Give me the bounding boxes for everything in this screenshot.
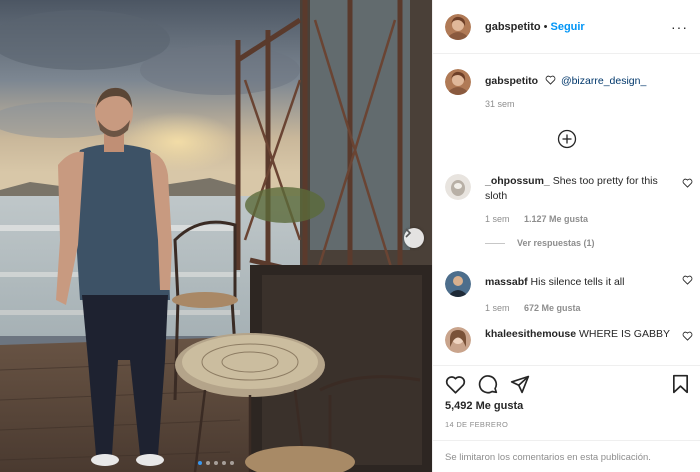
commenter-username[interactable]: khaleesithemouse	[485, 328, 576, 340]
post-header: gabspetito • Seguir ···	[433, 0, 700, 54]
follow-button[interactable]: Seguir	[550, 21, 584, 33]
post-actions-section: 5,492 Me gusta 14 DE FEBRERO	[433, 365, 700, 429]
bookmark-icon	[672, 374, 688, 394]
carousel-indicator	[0, 461, 432, 465]
likes-count[interactable]: 5,492 Me gusta	[433, 400, 700, 412]
like-comment-icon[interactable]	[682, 331, 693, 341]
comment-likes[interactable]: 1.127 Me gusta	[524, 214, 588, 224]
post-date[interactable]: 14 DE FEBRERO	[433, 420, 700, 429]
caption-meta: 31 sem	[485, 99, 695, 109]
caption-username[interactable]: gabspetito	[485, 75, 538, 87]
carousel-dot	[222, 461, 226, 465]
author-avatar[interactable]	[445, 69, 471, 95]
post-side-panel: gabspetito • Seguir ··· gabspetito @biza…	[432, 0, 700, 472]
author-username[interactable]: gabspetito	[485, 21, 541, 33]
commenter-avatar[interactable]	[445, 174, 471, 200]
commenter-avatar[interactable]	[445, 327, 471, 353]
carousel-dot	[206, 461, 210, 465]
caption-age[interactable]: 31 sem	[485, 99, 515, 109]
plus-circle-icon	[557, 129, 577, 149]
heart-icon	[445, 375, 466, 394]
commenter-username[interactable]: _ohpossum_	[485, 175, 550, 187]
like-comment-icon[interactable]	[682, 275, 693, 285]
save-button[interactable]	[672, 374, 689, 394]
carousel-dot	[198, 461, 202, 465]
action-bar	[433, 366, 700, 402]
replies-divider	[485, 242, 505, 244]
load-more-comments-button[interactable]	[557, 129, 577, 149]
author-avatar[interactable]	[445, 13, 471, 40]
comment-meta: 1 sem 1.127 Me gusta	[485, 214, 695, 224]
commenter-username[interactable]: massabf	[485, 276, 528, 288]
post-caption: gabspetito @bizarre_design_ 31 sem	[445, 69, 695, 109]
comment-bubble-icon	[478, 375, 498, 394]
comment-age[interactable]: 1 sem	[485, 214, 510, 224]
chevron-right-icon	[405, 228, 412, 238]
comments-limited-notice: Se limitaron los comentarios en esta pub…	[433, 440, 700, 472]
comment-age[interactable]: 1 sem	[485, 303, 510, 313]
separator-dot: •	[543, 20, 548, 33]
like-comment-icon[interactable]	[682, 178, 693, 188]
share-button[interactable]	[510, 374, 530, 394]
carousel-dot	[214, 461, 218, 465]
comment-meta: 1 sem 672 Me gusta	[485, 303, 695, 313]
post-photo[interactable]	[0, 0, 432, 472]
carousel-dot	[230, 461, 234, 465]
comments-list[interactable]: gabspetito @bizarre_design_ 31 sem _ohpo…	[433, 55, 700, 365]
pier-scene-image	[0, 0, 432, 472]
comment-item: khaleesithemouse WHERE IS GABBY	[445, 327, 695, 353]
view-replies-label: Ver respuestas (1)	[517, 238, 595, 248]
caption-mention[interactable]: @bizarre_design_	[561, 75, 646, 87]
commenter-avatar[interactable]	[445, 271, 471, 297]
comment-button[interactable]	[478, 374, 498, 394]
comment-text: WHERE IS GABBY	[578, 328, 670, 340]
like-button[interactable]	[445, 375, 466, 394]
next-photo-button[interactable]	[404, 228, 424, 248]
comment-item: massabf His silence tells it all 1 sem 6…	[445, 271, 695, 313]
comment-text: His silence tells it all	[530, 276, 625, 288]
comment-item: _ohpossum_ Shes too pretty for this slot…	[445, 174, 695, 248]
comment-likes[interactable]: 672 Me gusta	[524, 303, 581, 313]
more-options-icon[interactable]: ···	[671, 19, 688, 35]
heart-emoji-icon	[545, 75, 556, 85]
send-icon	[510, 375, 530, 394]
view-replies-button[interactable]: Ver respuestas (1)	[485, 238, 695, 248]
